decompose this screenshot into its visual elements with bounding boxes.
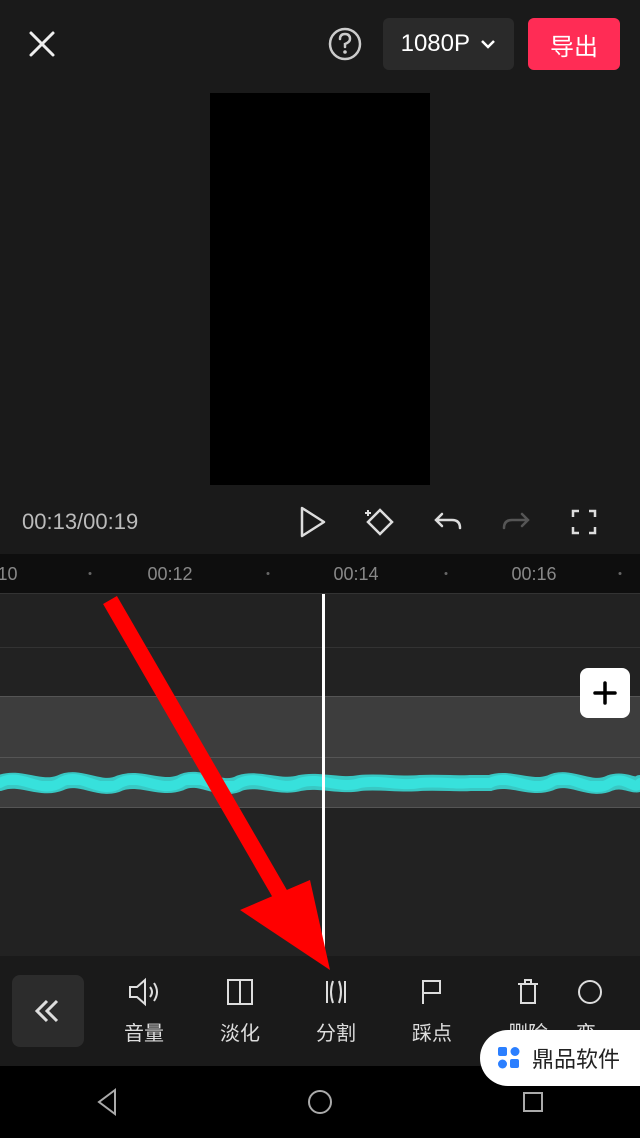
nav-home-button[interactable]	[260, 1088, 380, 1116]
redo-icon	[500, 508, 532, 536]
top-bar: 1080P 导出	[0, 0, 640, 88]
play-icon	[298, 506, 326, 538]
ruler-dot	[89, 572, 92, 575]
resolution-label: 1080P	[401, 30, 470, 58]
add-clip-button[interactable]	[580, 668, 630, 718]
ruler-tick: 00:14	[333, 564, 378, 585]
tool-label: 音量	[124, 1017, 164, 1046]
plus-icon	[591, 679, 619, 707]
ruler-dot	[619, 572, 622, 575]
waveform-icon	[0, 766, 640, 800]
fullscreen-button[interactable]	[550, 498, 618, 546]
export-button[interactable]: 导出	[528, 18, 620, 70]
keyframe-add-icon	[362, 506, 398, 538]
chevron-double-left-icon	[33, 997, 63, 1025]
playhead[interactable]	[322, 594, 325, 956]
tool-label: 淡化	[220, 1017, 260, 1046]
keyframe-button[interactable]	[346, 498, 414, 546]
tool-beat[interactable]: 踩点	[384, 977, 480, 1046]
ruler-dot	[445, 572, 448, 575]
resolution-selector[interactable]: 1080P	[383, 18, 514, 70]
track-spacer	[0, 594, 640, 648]
tool-volume[interactable]: 音量	[96, 977, 192, 1046]
trash-icon	[514, 977, 542, 1007]
ruler-tick: 0:10	[0, 564, 18, 585]
ruler-tick: 00:12	[147, 564, 192, 585]
nav-back-button[interactable]	[47, 1088, 167, 1116]
timeline[interactable]	[0, 594, 640, 956]
fade-icon	[225, 977, 255, 1007]
tool-fade[interactable]: 淡化	[192, 977, 288, 1046]
fullscreen-icon	[570, 508, 598, 536]
help-button[interactable]	[323, 22, 367, 66]
nav-back-icon	[95, 1088, 119, 1116]
help-icon	[327, 26, 363, 62]
tool-split[interactable]: 分割	[288, 977, 384, 1046]
video-canvas[interactable]	[210, 93, 430, 485]
split-icon	[321, 977, 351, 1007]
time-display: 00:13/00:19	[22, 509, 278, 535]
nav-home-icon	[306, 1088, 334, 1116]
timeline-ruler[interactable]: 0:10 00:12 00:14 00:16	[0, 554, 640, 594]
collapse-toolbar-button[interactable]	[12, 975, 84, 1047]
export-label: 导出	[550, 27, 598, 62]
nav-recent-icon	[521, 1090, 545, 1114]
watermark-badge: 鼎品软件	[480, 1030, 640, 1086]
chevron-down-icon	[480, 39, 496, 49]
close-icon	[27, 29, 57, 59]
volume-icon	[127, 977, 161, 1007]
play-button[interactable]	[278, 498, 346, 546]
flag-icon	[418, 977, 446, 1007]
video-track[interactable]	[0, 696, 640, 758]
audio-track[interactable]	[0, 758, 640, 808]
playback-bar: 00:13/00:19	[0, 490, 640, 554]
watermark-logo-icon	[494, 1043, 524, 1073]
ruler-tick: 00:16	[511, 564, 556, 585]
nav-recent-button[interactable]	[473, 1090, 593, 1114]
close-button[interactable]	[20, 22, 64, 66]
video-preview-area	[0, 88, 640, 490]
tool-label: 踩点	[412, 1017, 452, 1046]
more-icon	[576, 977, 604, 1007]
tool-label: 分割	[316, 1017, 356, 1046]
redo-button[interactable]	[482, 498, 550, 546]
watermark-text: 鼎品软件	[532, 1042, 620, 1074]
ruler-dot	[267, 572, 270, 575]
undo-button[interactable]	[414, 498, 482, 546]
undo-icon	[432, 508, 464, 536]
